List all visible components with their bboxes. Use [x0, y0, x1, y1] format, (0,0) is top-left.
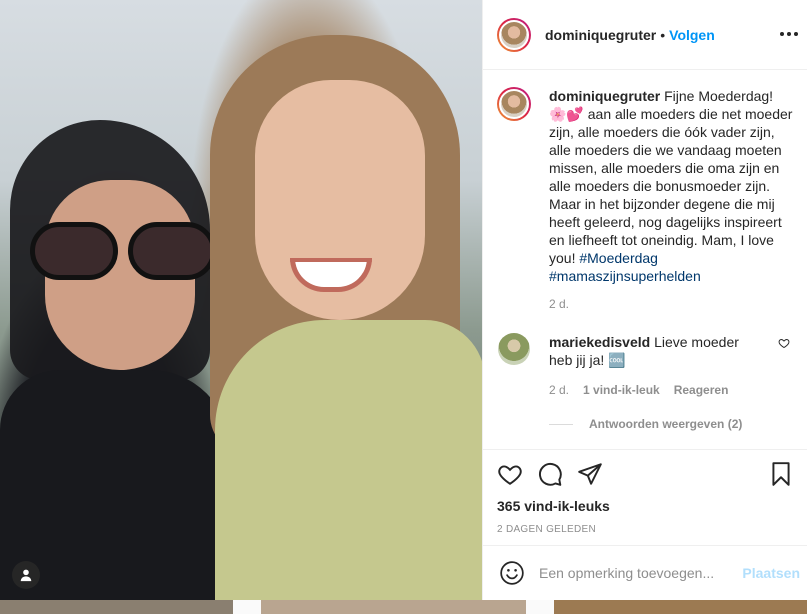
caption-avatar[interactable] [497, 87, 531, 121]
bookmark-icon[interactable] [768, 461, 794, 487]
send-icon[interactable] [577, 461, 603, 487]
caption-meta: 2 d. [549, 297, 794, 311]
avatar[interactable] [497, 17, 531, 52]
comment-icon[interactable] [537, 461, 563, 487]
post-date[interactable]: 2 DAGEN GELEDEN [497, 524, 794, 535]
heart-icon[interactable] [497, 461, 523, 487]
caption-text: dominiquegruter Fijne Moederdag! 🌸💕 aan … [549, 87, 794, 285]
more-icon[interactable] [777, 24, 801, 44]
hashtag-link[interactable]: #mamaszijnsuperhelden [549, 268, 701, 284]
replies-divider [549, 423, 573, 425]
photo-sunglasses [30, 222, 220, 282]
related-post-thumb[interactable] [554, 600, 807, 614]
post-comment-button[interactable]: Plaatsen [742, 565, 800, 581]
action-icons [497, 460, 794, 488]
hashtag-link[interactable]: #Moederdag [579, 250, 658, 266]
instagram-post: dominiquegruter • Volgen dominiquegruter… [0, 0, 807, 600]
related-post-thumb[interactable] [261, 600, 526, 614]
comments-section[interactable]: dominiquegruter Fijne Moederdag! 🌸💕 aan … [483, 71, 807, 448]
comment-username[interactable]: mariekedisveld [549, 334, 650, 350]
related-post-thumb[interactable] [0, 600, 233, 614]
caption-username[interactable]: dominiquegruter [549, 88, 660, 104]
post-photo[interactable] [0, 0, 482, 600]
follow-button[interactable]: Volgen [669, 27, 715, 43]
caption-row: dominiquegruter Fijne Moederdag! 🌸💕 aan … [497, 87, 794, 285]
comment-input[interactable] [539, 565, 743, 581]
likes-count[interactable]: 365 vind-ik-leuks [497, 498, 794, 514]
header-username[interactable]: dominiquegruter [545, 27, 656, 43]
comment-heart-icon[interactable] [778, 337, 790, 349]
header-dot: • [660, 26, 666, 43]
comment-text: mariekedisveld Lieve moeder heb jij ja! … [549, 333, 794, 369]
related-posts-strip [0, 600, 807, 614]
comment-row: mariekedisveld Lieve moeder heb jij ja! … [497, 333, 794, 369]
post-sidebar: dominiquegruter • Volgen dominiquegruter… [482, 0, 807, 600]
post-actions: 365 vind-ik-leuks 2 DAGEN GELEDEN [483, 449, 807, 535]
user-tag-icon[interactable] [12, 561, 40, 589]
comment-likes[interactable]: 1 vind-ik-leuk [583, 383, 660, 397]
post-header: dominiquegruter • Volgen [483, 0, 807, 70]
comment-age[interactable]: 2 d. [549, 383, 569, 397]
caption-age[interactable]: 2 d. [549, 297, 569, 311]
reply-button[interactable]: Reageren [674, 383, 729, 397]
view-replies-button[interactable]: Antwoorden weergeven (2) [549, 417, 794, 431]
photo-coat [215, 320, 482, 600]
caption-body: Fijne Moederdag! 🌸💕 aan alle moeders die… [549, 88, 793, 266]
add-comment-bar: Plaatsen [483, 545, 807, 600]
comment-avatar[interactable] [498, 333, 530, 365]
view-replies-label: Antwoorden weergeven (2) [589, 417, 743, 431]
comment-meta: 2 d. 1 vind-ik-leuk Reageren [549, 383, 794, 397]
emoji-icon[interactable] [499, 560, 525, 586]
